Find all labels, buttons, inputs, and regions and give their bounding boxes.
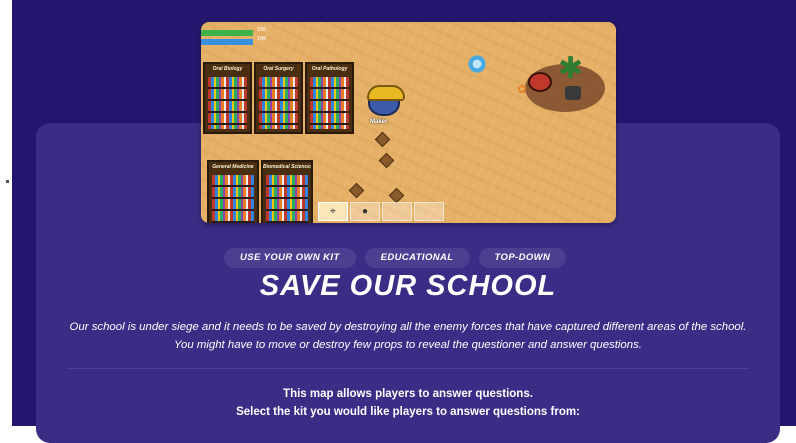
tag-use-your-own-kit[interactable]: USE YOUR OWN KIT xyxy=(224,248,356,268)
plant-pot xyxy=(565,86,581,100)
grenade-icon: ● xyxy=(350,202,380,221)
bookshelf: Oral Surgery xyxy=(254,62,303,134)
bookshelf: General Medicine xyxy=(207,160,259,223)
bookshelf: Biomedical Sciences xyxy=(261,160,313,223)
map-tags: USE YOUR OWN KIT EDUCATIONAL TOP-DOWN xyxy=(224,248,575,268)
health-value: 100 xyxy=(257,27,267,33)
prop-tile xyxy=(348,182,365,199)
plant-icon: ✱ xyxy=(558,52,584,85)
player-avatar xyxy=(367,85,405,116)
flower-icon: ✿ xyxy=(517,82,528,96)
bookshelf-row-bottom: General Medicine Biomedical Sciences xyxy=(207,160,313,223)
map-preview-image: 100 100 Oral Biology Oral Surgery Oral P… xyxy=(201,22,616,223)
bookshelf-label: Biomedical Sciences xyxy=(263,164,311,170)
tag-educational[interactable]: EDUCATIONAL xyxy=(364,248,470,268)
player-name: Maker xyxy=(370,119,388,125)
enemy-sentry xyxy=(528,72,552,92)
shield-value: 100 xyxy=(257,36,267,42)
kit-select-prompt: Select the kit you would like players to… xyxy=(236,406,580,418)
books xyxy=(212,175,254,223)
player-hud: 100 100 xyxy=(201,27,273,48)
bookshelf: Oral Biology xyxy=(203,62,252,134)
crystal-icon xyxy=(466,55,488,73)
bookshelf-label: General Medicine xyxy=(212,164,254,170)
pistol-icon: ⌖ xyxy=(318,202,348,221)
prop-tile xyxy=(374,131,391,148)
books xyxy=(310,77,349,129)
questions-info: This map allows players to answer questi… xyxy=(283,388,533,400)
inventory-hotbar: ⌖ ● xyxy=(318,202,444,221)
scroll-indicator xyxy=(6,180,9,183)
books xyxy=(259,77,298,129)
inventory-slot xyxy=(414,202,444,221)
books xyxy=(208,77,247,129)
bookshelf-label: Oral Biology xyxy=(212,66,243,72)
bookshelf-row-top: Oral Biology Oral Surgery Oral Pathology xyxy=(203,62,354,134)
player-character: Maker xyxy=(367,85,405,125)
prop-tile xyxy=(388,187,405,204)
bookshelf-label: Oral Pathology xyxy=(311,66,348,72)
health-bar: 100 xyxy=(201,27,266,36)
prop-tile xyxy=(378,152,395,169)
bookshelf: Oral Pathology xyxy=(305,62,354,134)
divider xyxy=(66,368,750,369)
map-title: SAVE OUR SCHOOL xyxy=(259,270,557,302)
books xyxy=(266,175,308,223)
map-description: Our school is under siege and it needs t… xyxy=(69,321,747,351)
bookshelf-label: Oral Surgery xyxy=(263,66,294,72)
tag-top-down[interactable]: TOP-DOWN xyxy=(478,248,567,268)
shield-bar: 100 xyxy=(201,36,266,45)
inventory-slot xyxy=(382,202,412,221)
